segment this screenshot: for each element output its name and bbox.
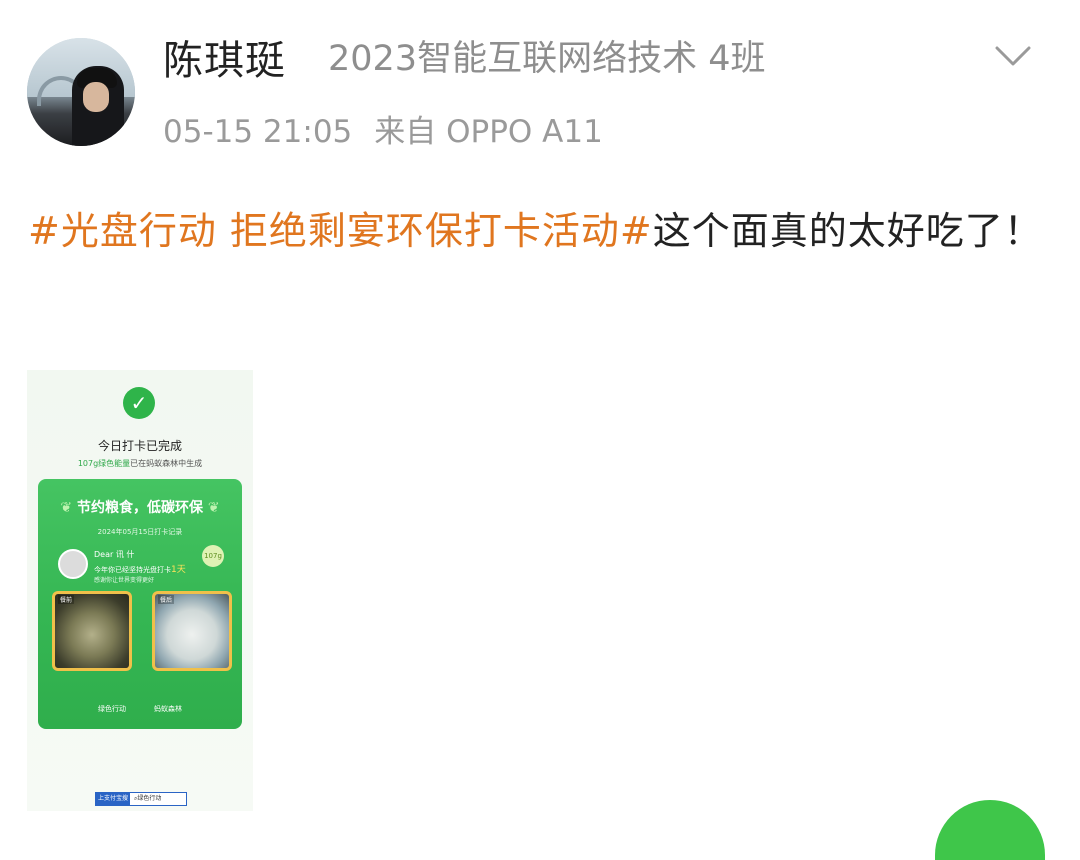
- after-label: 餐后: [158, 595, 175, 604]
- card-date: 2024年05月15日打卡记录: [97, 528, 183, 536]
- leaf-icon: ❦: [60, 500, 77, 516]
- post-time: 05-15 21:05: [163, 114, 353, 150]
- energy-rest: 已在蚂蚁森林中生成: [130, 459, 203, 468]
- search-text: ⌕绿色行动: [134, 793, 161, 805]
- avatar-face: [83, 82, 109, 112]
- card-footer: 绿色行动 蚂蚁森林: [38, 704, 242, 714]
- card-title-text: 节约粮食，低碳环保: [77, 500, 203, 516]
- alipay-search-bar: 上支付宝搜 ⌕绿色行动: [95, 792, 187, 806]
- card-streak: 今年你已经坚持光盘打卡1天: [94, 562, 186, 575]
- energy-amount: 107g绿色能量: [77, 459, 131, 468]
- topic-link[interactable]: #光盘行动 拒绝剩宴环保打卡活动#: [28, 209, 653, 253]
- energy-badge: 107g: [202, 545, 224, 567]
- card-avatar: [58, 549, 88, 579]
- done-subtitle: 107g绿色能量已在蚂蚁森林中生成: [27, 458, 253, 469]
- leaf-icon: ❦: [203, 500, 220, 516]
- streak-days: 1天: [171, 565, 186, 575]
- username[interactable]: 陈琪珽: [163, 28, 286, 86]
- footer-ant-forest: 蚂蚁森林: [154, 705, 182, 713]
- before-photo: 餐前: [52, 591, 132, 671]
- footer-green-action: 绿色行动: [98, 705, 126, 713]
- post-image[interactable]: ✓ 今日打卡已完成 107g绿色能量已在蚂蚁森林中生成 ❦ 节约粮食，低碳环保 …: [27, 370, 253, 811]
- done-title: 今日打卡已完成: [97, 439, 182, 453]
- search-brand: 上支付宝搜: [96, 793, 130, 805]
- after-photo: 餐后: [152, 591, 232, 671]
- post-body: 这个面真的太好吃了！: [652, 209, 1043, 253]
- before-label: 餐前: [58, 595, 75, 604]
- user-group: 2023智能互联网络技术 4班: [328, 39, 766, 79]
- streak-prefix: 今年你已经坚持光盘打卡: [94, 566, 171, 574]
- card-title: ❦ 节约粮食，低碳环保 ❦: [38, 497, 242, 517]
- checkin-card: ❦ 节约粮食，低碳环保 ❦ 2024年05月15日打卡记录 Dear 讯 什 今…: [38, 479, 242, 729]
- card-dear: Dear 讯 什: [94, 550, 135, 559]
- floating-button-partial[interactable]: [935, 800, 1045, 860]
- search-keyword: 绿色行动: [137, 795, 162, 802]
- post-meta: 05-15 21:05 来自 OPPO A11: [163, 106, 625, 151]
- chevron-down-icon[interactable]: [993, 42, 1033, 72]
- post-text: #光盘行动 拒绝剩宴环保打卡活动#这个面真的太好吃了！: [28, 200, 1058, 263]
- card-thanks: 感谢你让世界变得更好: [94, 577, 155, 584]
- check-icon: ✓: [123, 387, 155, 419]
- post-source: 来自 OPPO A11: [374, 114, 603, 150]
- user-avatar[interactable]: [27, 38, 135, 146]
